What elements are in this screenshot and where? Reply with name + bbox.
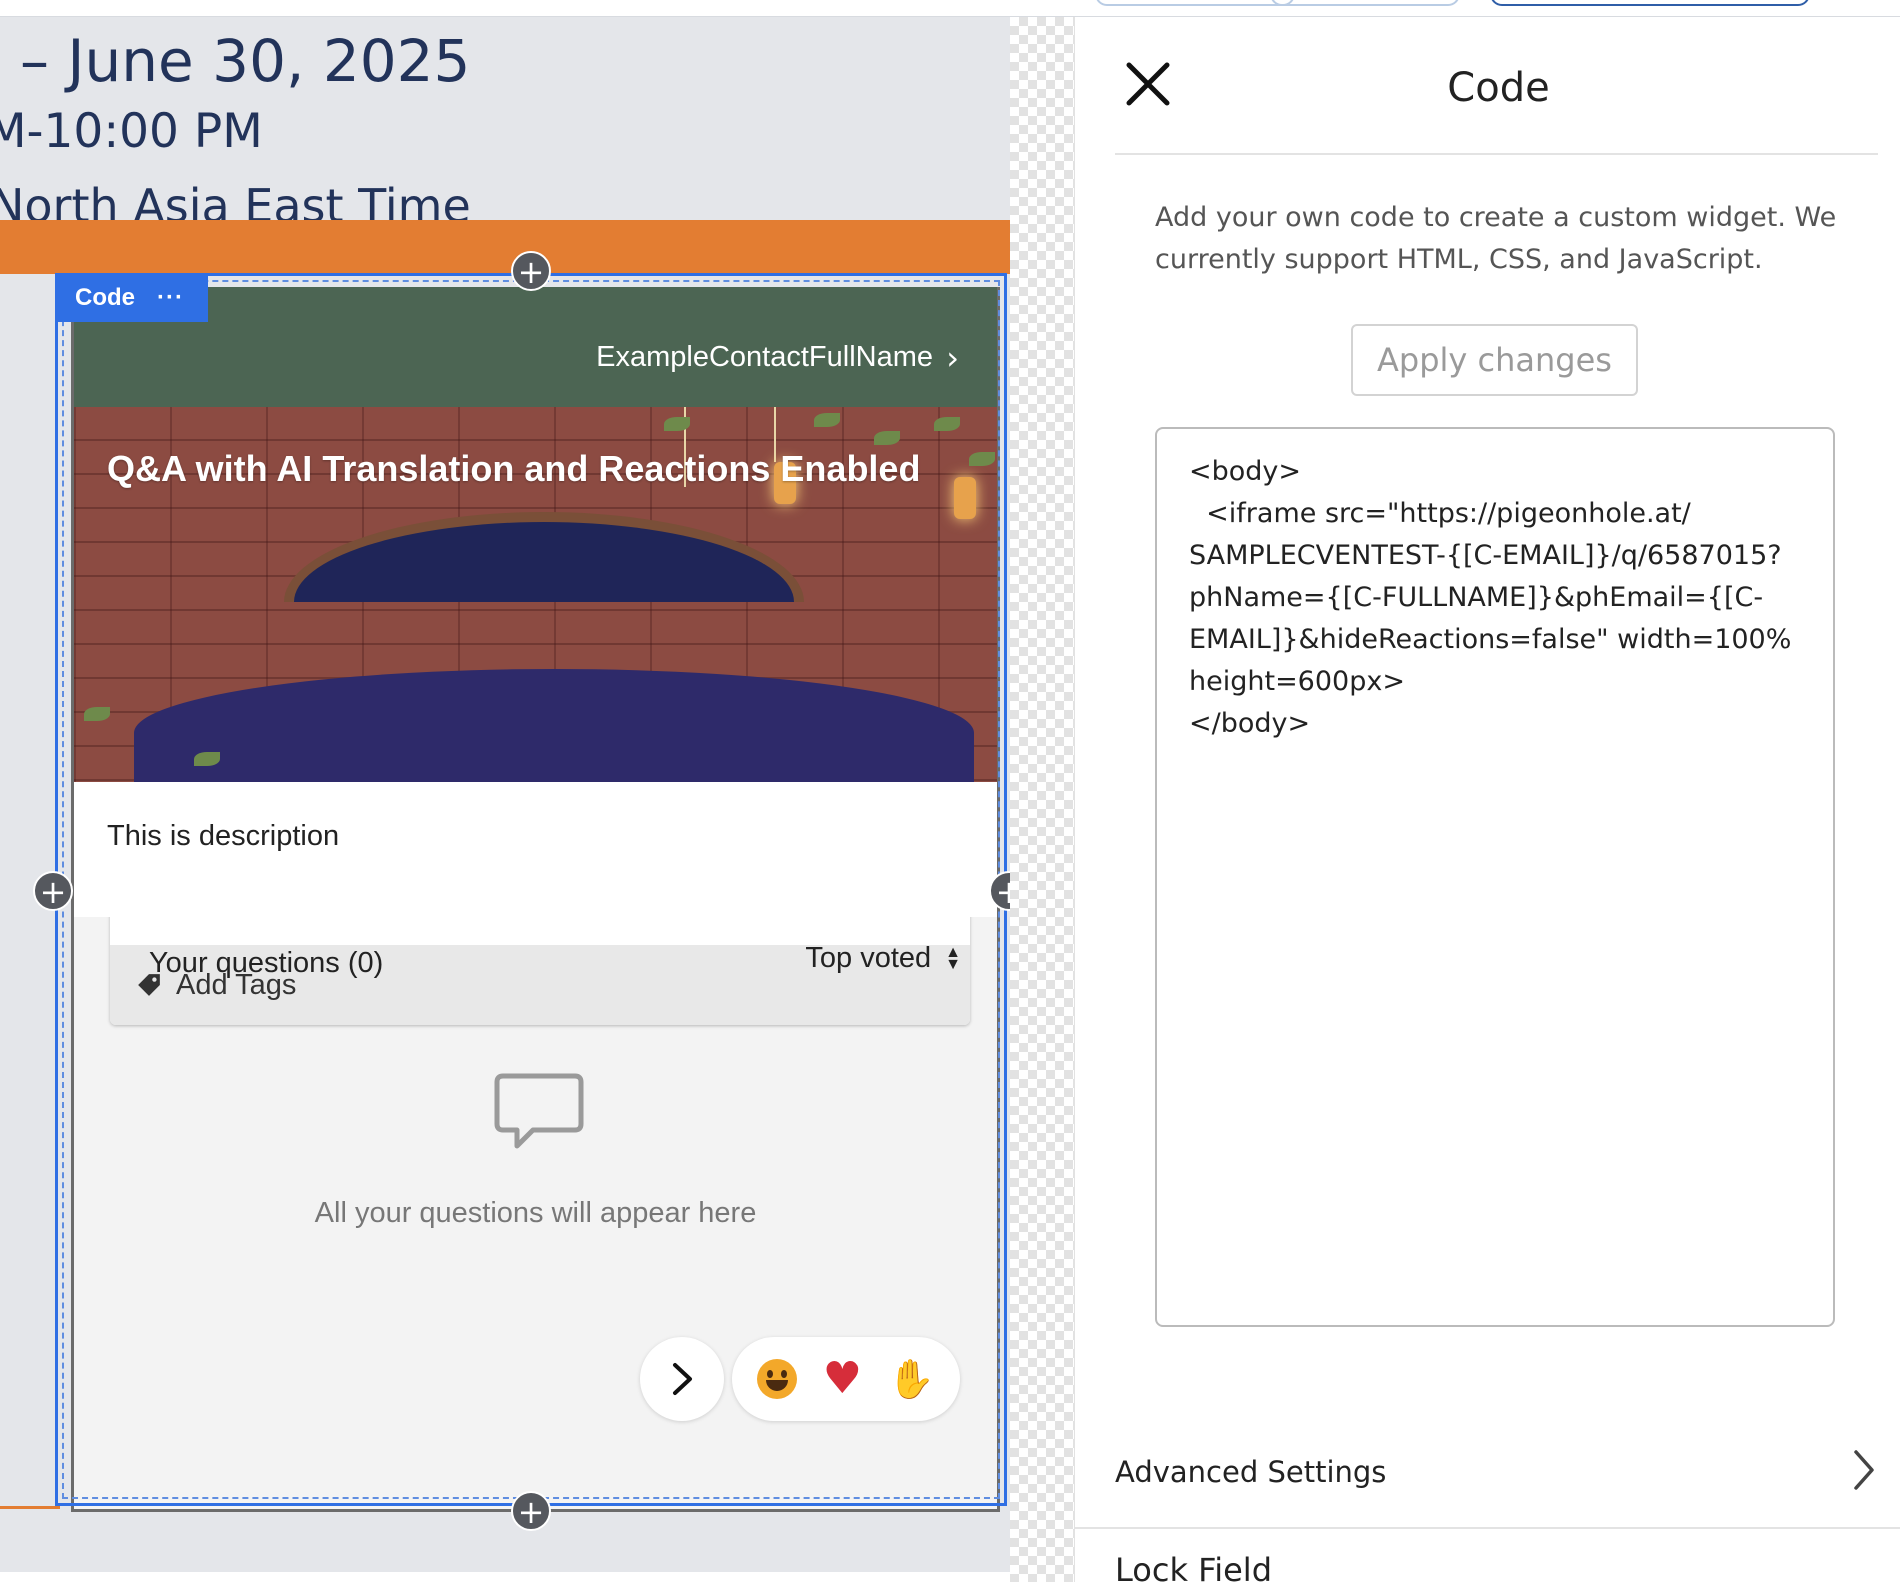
- toolbar-pill[interactable]: [1490, 0, 1810, 6]
- widget-type-tag[interactable]: Code ···: [55, 273, 208, 322]
- widget-selection-frame[interactable]: [55, 273, 1007, 1506]
- event-date: – June 30, 2025: [20, 27, 471, 95]
- lock-field-label[interactable]: Lock Field: [1115, 1551, 1272, 1582]
- toolbar-pill[interactable]: [1270, 0, 1460, 6]
- toolbar-pill[interactable]: [1095, 0, 1295, 6]
- orange-section-bar: [0, 220, 1010, 274]
- add-left-handle[interactable]: +: [33, 871, 73, 911]
- top-toolbar-strip: [0, 0, 1900, 17]
- selection-dashed-border: [62, 280, 1000, 1499]
- apply-changes-button[interactable]: Apply changes: [1351, 324, 1638, 396]
- code-settings-panel: Code Add your own code to create a custo…: [1074, 17, 1900, 1582]
- panel-divider: [1115, 153, 1878, 155]
- widget-type-label: Code: [75, 283, 135, 311]
- advanced-settings-label: Advanced Settings: [1115, 1455, 1387, 1489]
- panel-divider: [1075, 1527, 1900, 1529]
- code-editor[interactable]: [1155, 427, 1835, 1327]
- transparent-checker-gutter: [1010, 17, 1074, 1582]
- advanced-settings-row[interactable]: Advanced Settings: [1115, 1417, 1900, 1527]
- panel-description: Add your own code to create a custom wid…: [1155, 202, 1837, 275]
- event-time: M-10:00 PM: [0, 104, 263, 159]
- more-options-icon[interactable]: ···: [157, 284, 184, 312]
- chevron-right-icon: [1852, 1449, 1876, 1496]
- panel-title: Code: [1447, 65, 1550, 111]
- orange-divider: [0, 1506, 60, 1509]
- add-above-handle[interactable]: +: [511, 251, 551, 291]
- add-below-handle[interactable]: +: [511, 1491, 551, 1531]
